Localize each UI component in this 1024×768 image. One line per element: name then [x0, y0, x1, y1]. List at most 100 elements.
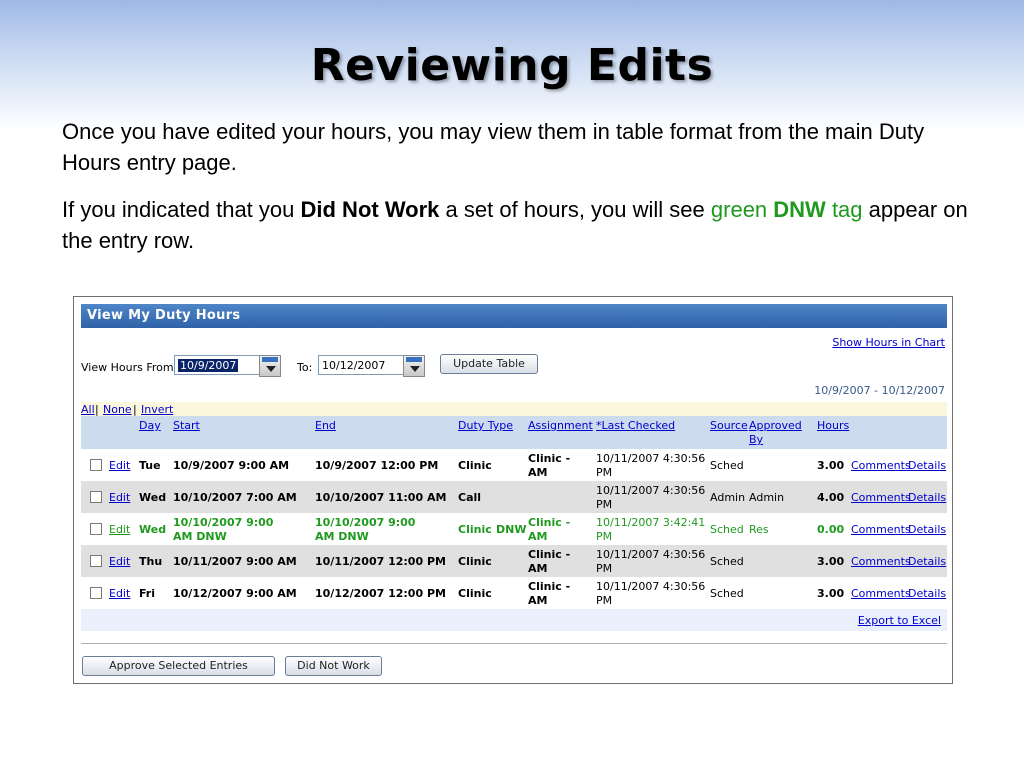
edit-link[interactable]: Edit [109, 491, 130, 505]
checked-line2: PM [596, 530, 613, 543]
slide-title: Reviewing Edits [310, 40, 714, 91]
details-link[interactable]: Details [908, 555, 946, 569]
comments-link[interactable]: Comments [851, 523, 911, 537]
green-word: green [710, 197, 774, 222]
checked-line1: 10/11/2007 4:30:56 [596, 580, 706, 593]
hours-cell: 3.00 [817, 459, 845, 472]
assignment-line1: Clinic - [528, 580, 571, 593]
export-excel-link[interactable]: Export to Excel [858, 614, 941, 627]
day-cell: Wed [139, 523, 167, 536]
checked-line2: PM [596, 562, 613, 575]
divider [81, 643, 947, 644]
approve-selected-button[interactable]: Approve Selected Entries [82, 656, 275, 676]
panel-title: View My Duty Hours [81, 304, 947, 328]
comments-link[interactable]: Comments [851, 587, 911, 601]
details-link[interactable]: Details [908, 587, 946, 601]
comments-link[interactable]: Comments [851, 555, 911, 569]
details-link[interactable]: Details [908, 523, 946, 537]
assignment-line2: AM [528, 594, 548, 607]
hours-cell: 4.00 [817, 491, 845, 504]
date-range-text: 10/9/2007 - 10/12/2007 [814, 384, 945, 397]
col-end[interactable]: End [315, 419, 336, 433]
assignment-line1: Clinic - [528, 452, 571, 465]
start-cell: 10/9/2007 9:00 AM [173, 459, 290, 472]
assignment-cell: Clinic - AM [528, 580, 570, 608]
comments-link[interactable]: Comments [851, 459, 911, 473]
end-cell: 10/11/2007 12:00 PM [315, 555, 446, 568]
from-calendar-icon[interactable] [259, 355, 281, 377]
checked-line2: PM [596, 594, 613, 607]
assignment-line1: Clinic - [528, 548, 571, 561]
from-date-input[interactable]: 10/9/2007 [174, 355, 260, 375]
assignment-line2: AM [528, 466, 548, 479]
checked-line2: PM [596, 466, 613, 479]
row-checkbox[interactable] [90, 491, 102, 503]
col-approved-by-line1: Approved [749, 419, 802, 432]
edit-link[interactable]: Edit [109, 523, 130, 537]
edit-link[interactable]: Edit [109, 555, 130, 569]
start-cell: 10/10/2007 9:00 AM DNW [173, 516, 273, 544]
assignment-line1: Clinic - [528, 516, 571, 529]
table-header: Day Start End Duty Type Assignment *Last… [81, 416, 947, 449]
hours-cell: 3.00 [817, 555, 845, 568]
row-checkbox[interactable] [90, 523, 102, 535]
update-table-button[interactable]: Update Table [440, 354, 538, 374]
last-checked-cell: 10/11/2007 4:30:56 PM [596, 452, 705, 480]
last-checked-cell: 10/11/2007 4:30:56 PM [596, 484, 705, 512]
col-assignment[interactable]: Assignment [528, 419, 593, 433]
last-checked-cell: 10/11/2007 4:30:56 PM [596, 580, 705, 608]
end-cell: 10/10/2007 11:00 AM [315, 491, 447, 504]
duty-type-cell: Call [458, 491, 482, 504]
table-row: Edit Thu 10/11/2007 9:00 AM 10/11/2007 1… [81, 545, 947, 577]
selection-bar [81, 402, 947, 416]
select-all-link[interactable]: All [81, 403, 95, 416]
select-separator: | [95, 403, 99, 416]
assignment-cell: Clinic - AM [528, 452, 570, 480]
source-cell: Admin [710, 491, 746, 504]
did-not-work-button[interactable]: Did Not Work [285, 656, 382, 676]
checked-line1: 10/11/2007 3:42:41 [596, 516, 706, 529]
col-approved-by[interactable]: Approved By [749, 419, 802, 447]
details-link[interactable]: Details [908, 491, 946, 505]
col-source[interactable]: Source [710, 419, 748, 433]
edit-link[interactable]: Edit [109, 459, 130, 473]
hours-cell: 0.00 [817, 523, 845, 536]
dnw-tag: DNW [496, 523, 527, 536]
col-hours[interactable]: Hours [817, 419, 849, 433]
select-invert-link[interactable]: Invert [141, 403, 173, 416]
start-cell: 10/12/2007 9:00 AM [173, 587, 297, 600]
from-date-value: 10/9/2007 [178, 359, 239, 372]
dnw-paragraph: If you indicated that you Did Not Work a… [62, 194, 972, 256]
assignment-cell: Clinic - AM [528, 548, 570, 576]
row-checkbox[interactable] [90, 587, 102, 599]
hours-cell: 3.00 [817, 587, 845, 600]
table-row: Edit Wed 10/10/2007 7:00 AM 10/10/2007 1… [81, 481, 947, 513]
tag-word: tag [825, 197, 863, 222]
col-last-checked[interactable]: *Last Checked [596, 419, 675, 433]
col-start[interactable]: Start [173, 419, 200, 433]
day-cell: Tue [139, 459, 161, 472]
row-checkbox[interactable] [90, 459, 102, 471]
select-none-link[interactable]: None [103, 403, 132, 416]
source-cell: Sched [710, 459, 744, 472]
last-checked-cell: 10/11/2007 3:42:41 PM [596, 516, 705, 544]
end-cell: 10/12/2007 12:00 PM [315, 587, 446, 600]
to-date-input[interactable]: 10/12/2007 [318, 355, 404, 375]
details-link[interactable]: Details [908, 459, 946, 473]
table-footer [81, 609, 947, 631]
show-hours-chart-link[interactable]: Show Hours in Chart [832, 336, 945, 349]
col-day[interactable]: Day [139, 419, 161, 433]
to-calendar-icon[interactable] [403, 355, 425, 377]
comments-link[interactable]: Comments [851, 491, 911, 505]
source-cell: Sched [710, 587, 744, 600]
checked-line1: 10/11/2007 4:30:56 [596, 452, 706, 465]
to-label: To: [297, 361, 313, 374]
row-checkbox[interactable] [90, 555, 102, 567]
day-cell: Fri [139, 587, 156, 600]
col-approved-by-line2: By [749, 433, 764, 446]
end-cell: 10/9/2007 12:00 PM [315, 459, 439, 472]
col-duty-type[interactable]: Duty Type [458, 419, 513, 433]
day-cell: Wed [139, 491, 167, 504]
duty-type-cell: Clinic [458, 587, 492, 600]
edit-link[interactable]: Edit [109, 587, 130, 601]
